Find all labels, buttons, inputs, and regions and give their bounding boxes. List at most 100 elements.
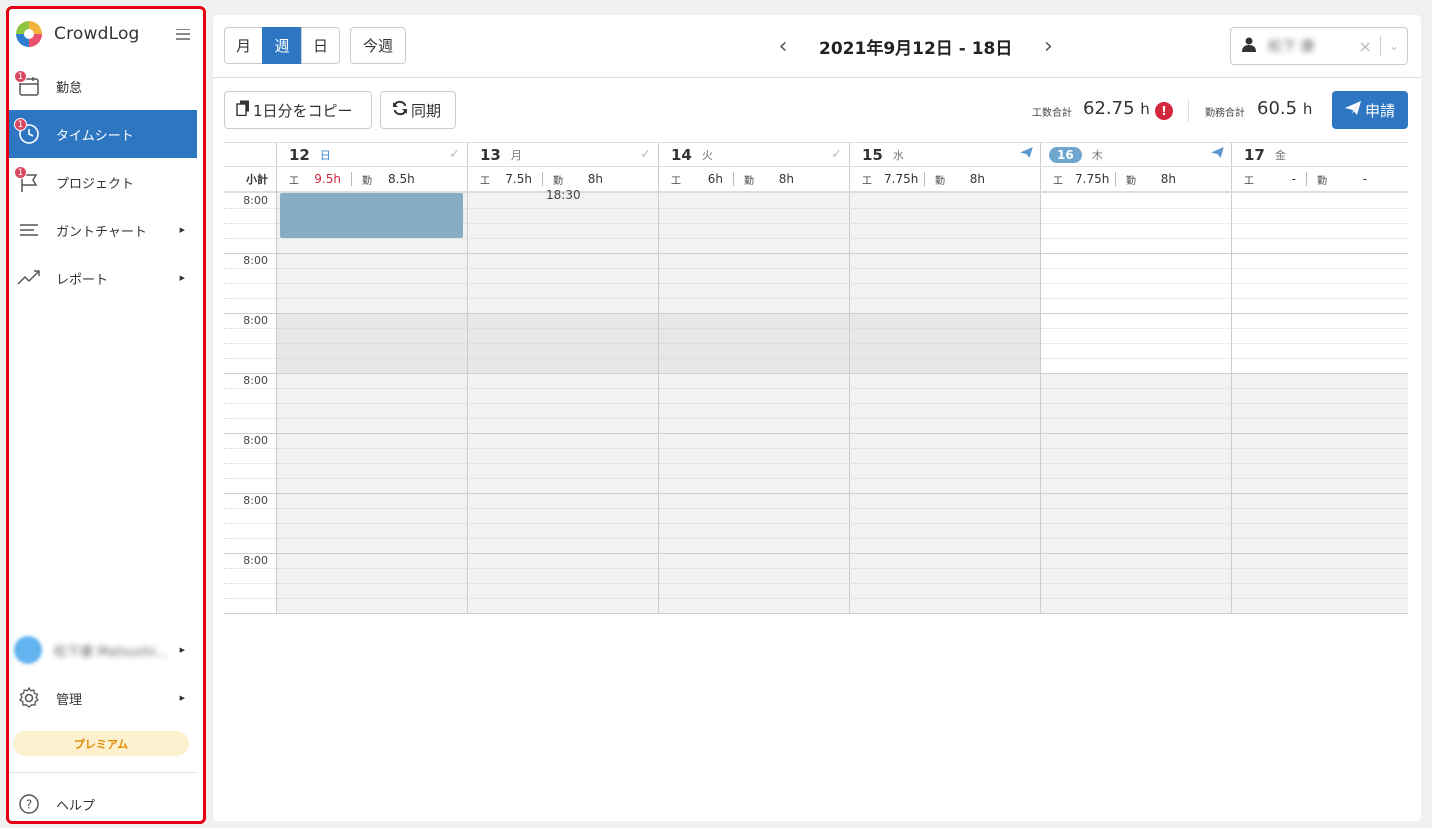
notification-badge: 1 <box>14 118 27 131</box>
week-calendar: 12 日 ✓ 13 月 ✓ 14 火 ✓ 15 水 16 木 17 金 小計 工… <box>224 142 1408 614</box>
duty-total-value: 60.5 h <box>1257 98 1313 119</box>
time-label: 8:00 <box>243 194 268 207</box>
column-divider <box>849 142 850 614</box>
check-icon: ✓ <box>449 147 460 162</box>
top-bar: 月 週 日 今週 ‹ 2021年9月12日 - 18日 › 松下 康 × ⌄ <box>213 15 1421 78</box>
day-header[interactable]: 15 水 <box>850 142 1041 167</box>
user-menu[interactable]: 松下康 Matsushi... ▶ <box>9 626 197 674</box>
column-divider <box>1040 142 1041 614</box>
sync-icon <box>392 100 408 120</box>
sidebar-item-gantt[interactable]: ガントチャート ▶ <box>9 206 197 254</box>
weekday: 金 <box>1274 148 1286 162</box>
paper-plane-icon <box>1344 101 1361 119</box>
day-header[interactable]: 13 月 ✓ <box>468 142 659 167</box>
sidebar-item-project[interactable]: 1 プロジェクト <box>9 158 197 206</box>
caret-right-icon: ▶ <box>179 694 185 702</box>
day-header-today[interactable]: 16 木 <box>1041 142 1232 167</box>
gantt-lines-icon <box>16 217 42 243</box>
weekday: 木 <box>1091 148 1103 162</box>
copy-day-button[interactable]: 1日分をコピー <box>224 91 372 129</box>
event-time: 18:30 <box>546 188 581 202</box>
time-label: 8:00 <box>243 494 268 507</box>
day-subtotal: 工 7.75h 勤 8h <box>1041 167 1232 193</box>
time-entry-block[interactable] <box>280 193 463 238</box>
chevron-right-icon[interactable]: › <box>1038 34 1058 59</box>
hamburger-menu-icon[interactable] <box>176 28 190 40</box>
crowdlog-logo-icon <box>16 21 42 47</box>
day-number: 13 <box>480 145 501 164</box>
svg-text:?: ? <box>26 798 32 812</box>
sidebar-item-timesheet[interactable]: 1 タイムシート <box>9 110 197 158</box>
sync-label: 同期 <box>411 101 442 120</box>
sync-button[interactable]: 同期 <box>380 91 456 129</box>
user-name: 松下康 Matsushi... <box>54 644 168 660</box>
corner-cell <box>224 142 277 167</box>
sidebar-item-label: レポート <box>56 272 109 288</box>
day-subtotal: 工 6h 勤 8h <box>659 167 850 193</box>
paper-plane-icon <box>1020 147 1033 162</box>
sidebar-item-label: 勤怠 <box>56 80 83 96</box>
view-month-button[interactable]: 月 <box>224 27 263 64</box>
apply-button[interactable]: 申請 <box>1332 91 1408 129</box>
brand[interactable]: CrowdLog <box>16 19 192 49</box>
divider <box>9 772 197 773</box>
subtotal-label: 小計 <box>224 167 276 193</box>
trend-chart-icon <box>16 265 42 291</box>
main-panel: 月 週 日 今週 ‹ 2021年9月12日 - 18日 › 松下 康 × ⌄ 1… <box>213 15 1421 821</box>
day-header[interactable]: 14 火 ✓ <box>659 142 850 167</box>
day-header[interactable]: 17 金 <box>1232 142 1408 167</box>
selected-user: 松下 康 <box>1268 39 1315 55</box>
weekday: 日 <box>319 148 331 162</box>
copy-day-label: 1日分をコピー <box>253 101 353 120</box>
day-number: 14 <box>671 145 692 164</box>
toolbar: 1日分をコピー 同期 工数合計 62.75 h ! 勤務合計 60.5 h 申請 <box>213 78 1421 141</box>
sidebar-item-help[interactable]: ? ヘルプ <box>9 780 197 828</box>
user-select[interactable]: 松下 康 × ⌄ <box>1230 27 1408 65</box>
clock-icon: 1 <box>14 118 42 147</box>
sidebar-item-attendance[interactable]: 1 勤怠 <box>9 62 197 110</box>
notification-badge: 1 <box>14 166 27 179</box>
sidebar-item-label: 管理 <box>56 692 83 708</box>
view-switcher: 月 週 日 <box>224 27 340 64</box>
chevron-left-icon[interactable]: ‹ <box>773 34 793 59</box>
day-subtotal: 工-勤- <box>1232 167 1408 193</box>
time-label: 8:00 <box>243 254 268 267</box>
day-subtotal: 工 7.75h 勤 8h <box>850 167 1041 193</box>
view-week-button[interactable]: 週 <box>262 27 302 64</box>
time-label: 8:00 <box>243 554 268 567</box>
premium-badge[interactable]: プレミアム <box>13 731 189 756</box>
weekday: 月 <box>510 148 522 162</box>
weekday: 水 <box>892 148 904 162</box>
column-divider <box>467 142 468 614</box>
check-icon: ✓ <box>831 147 842 162</box>
weekday: 火 <box>701 148 713 162</box>
time-label: 8:00 <box>243 374 268 387</box>
day-header[interactable]: 12 日 ✓ <box>277 142 468 167</box>
divider <box>1379 36 1381 56</box>
sidebar-item-label: プロジェクト <box>56 176 135 192</box>
day-number: 17 <box>1244 145 1265 164</box>
column-divider <box>1231 142 1232 614</box>
time-label: 8:00 <box>243 434 268 447</box>
caret-right-icon: ▶ <box>179 646 185 654</box>
sidebar-item-label: ヘルプ <box>56 798 96 814</box>
day-number: 12 <box>289 145 310 164</box>
calendar-icon: 1 <box>14 70 42 99</box>
day-subtotal: 工 9.5h 勤 8.5h <box>277 167 468 193</box>
view-day-button[interactable]: 日 <box>301 27 340 64</box>
apply-label: 申請 <box>1364 101 1395 120</box>
duty-total-label: 勤務合計 <box>1205 108 1245 119</box>
this-week-button[interactable]: 今週 <box>350 27 406 64</box>
sidebar-item-report[interactable]: レポート ▶ <box>9 254 197 302</box>
caret-right-icon: ▶ <box>179 274 185 282</box>
chevron-down-icon[interactable]: ⌄ <box>1389 39 1399 53</box>
warning-icon[interactable]: ! <box>1155 102 1173 120</box>
column-divider <box>658 142 659 614</box>
column-divider <box>276 142 277 614</box>
paper-plane-icon <box>1211 147 1224 162</box>
divider <box>1188 100 1189 122</box>
clear-icon[interactable]: × <box>1359 37 1372 56</box>
work-total-value: 62.75 h <box>1083 98 1150 119</box>
copy-icon <box>236 100 250 120</box>
sidebar-item-admin[interactable]: 管理 ▶ <box>9 674 197 722</box>
